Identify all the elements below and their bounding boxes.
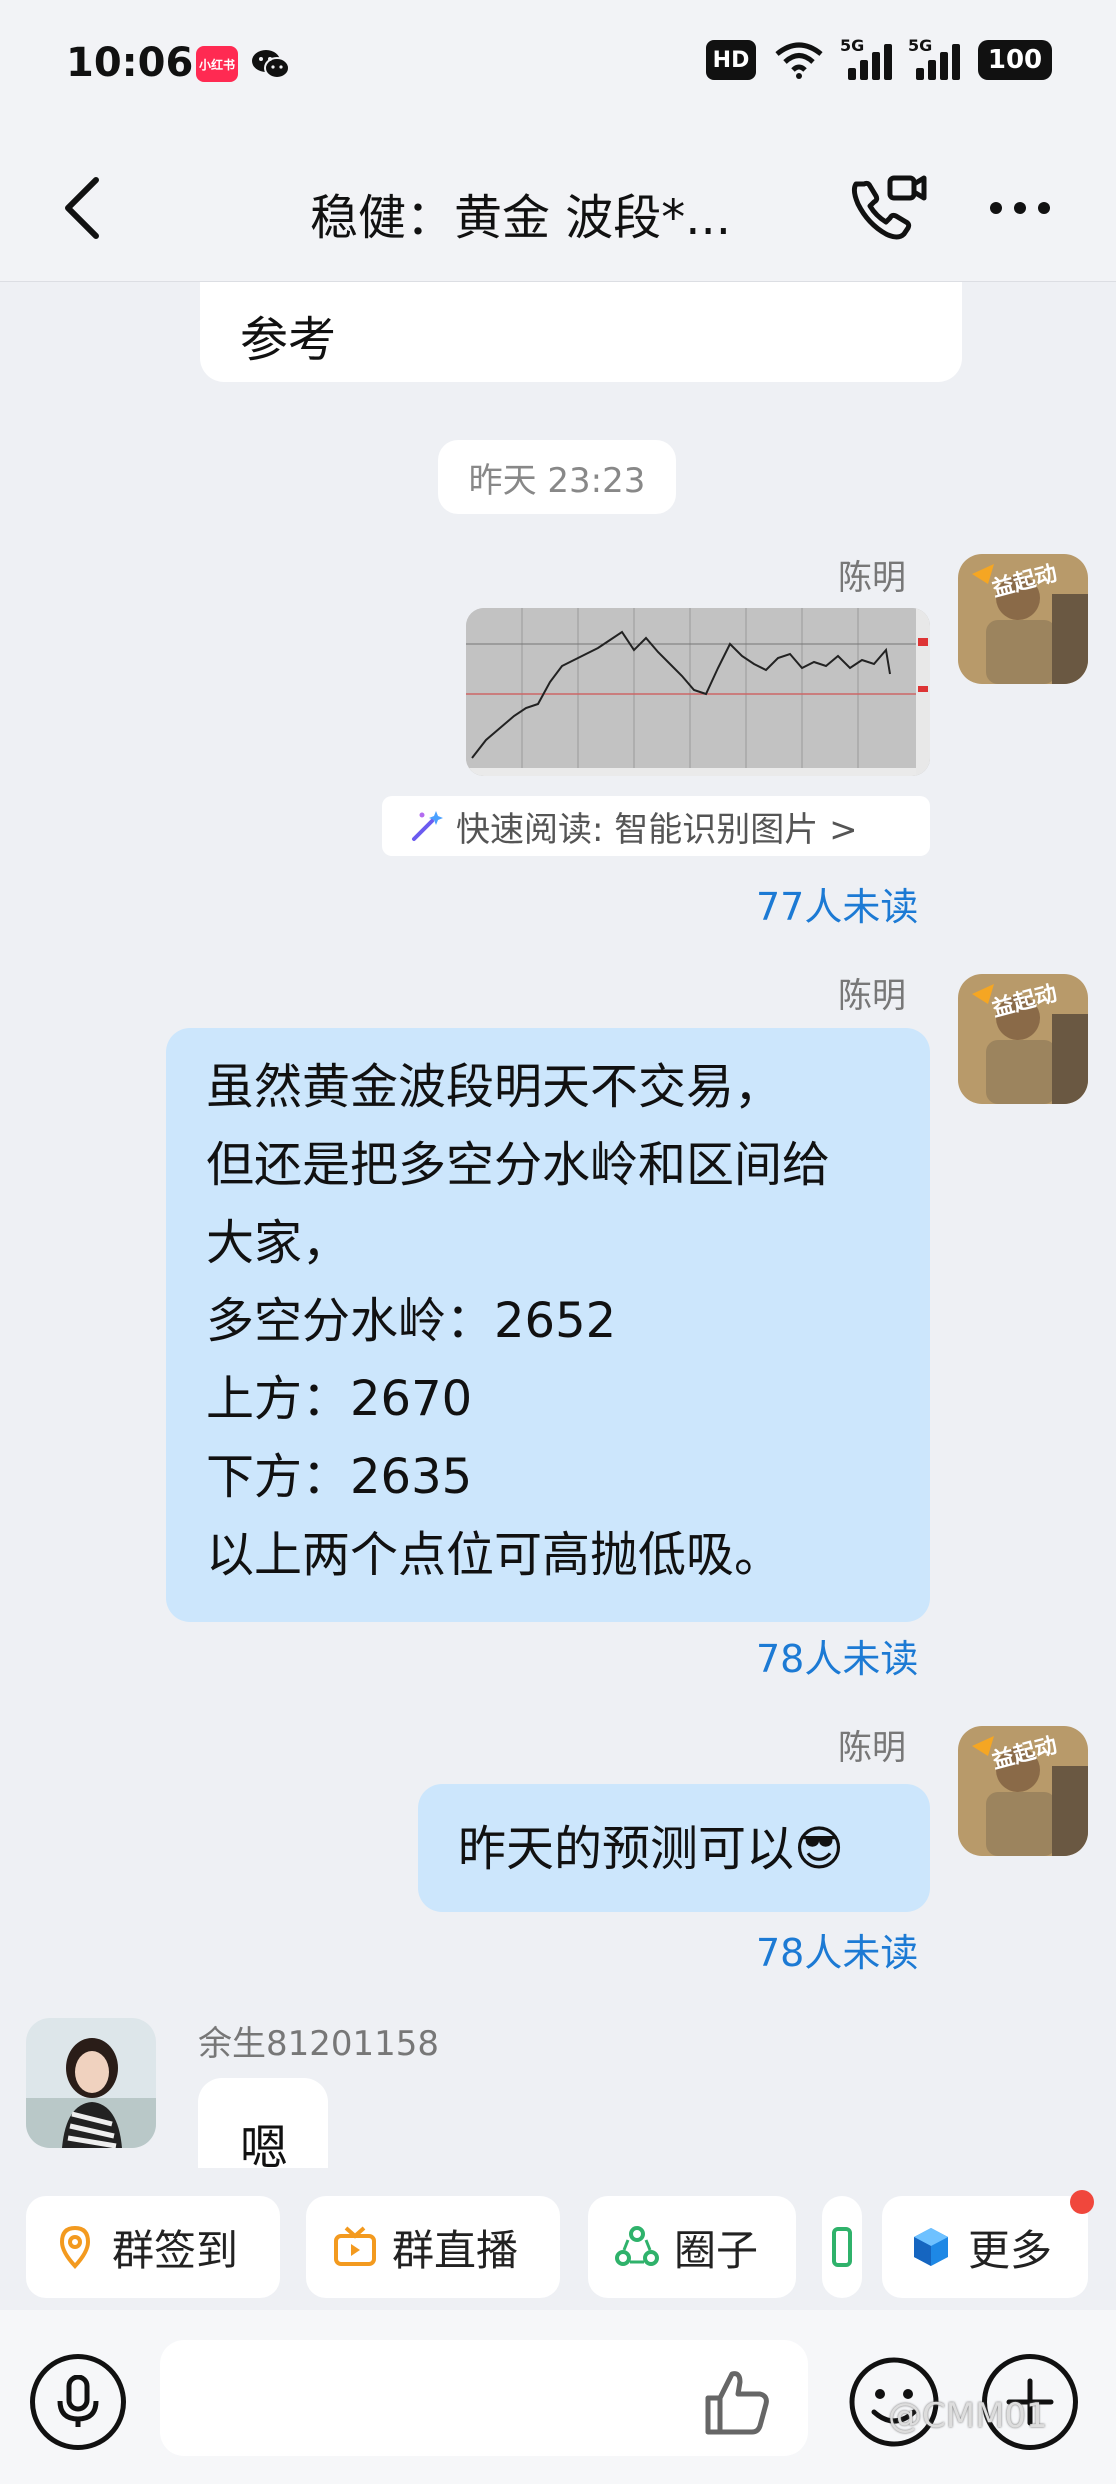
chat-title: 稳健：黄金 波段*...	[310, 190, 732, 246]
network-label-2: 5G	[908, 36, 933, 55]
chat-message-list[interactable]: 参考 昨天 23:23 陈明 益起动 快速阅读: 智能识别图片 > 77人未读 …	[0, 282, 1116, 2168]
quick-action-label: 圈子	[674, 2225, 759, 2275]
quick-action-bar: 群签到 群直播 圈子 更多	[0, 2168, 1116, 2298]
hd-badge: HD	[706, 40, 756, 80]
avatar[interactable]: 益起动	[958, 554, 1088, 684]
message-text: 昨天的预测可以😎	[458, 1821, 845, 1877]
status-bar: 10:06 小红书 HD 5G 5G 100	[0, 0, 1116, 130]
wechat-icon	[252, 50, 290, 79]
avatar-image	[26, 2018, 156, 2148]
avatar-image: 益起动	[958, 1726, 1088, 1856]
more-options-button[interactable]	[980, 170, 1060, 246]
message-line: 以上两个点位可高抛低吸。	[206, 1527, 783, 1583]
message-line: 下方：2635	[206, 1449, 473, 1505]
avatar[interactable]: 益起动	[958, 974, 1088, 1104]
back-button[interactable]	[52, 170, 112, 246]
message-bubble-top[interactable]: 参考	[200, 282, 962, 382]
group-checkin-button[interactable]: 群签到	[26, 2196, 280, 2298]
sender-name: 陈明	[838, 976, 906, 1016]
circle-group-icon	[615, 2226, 659, 2266]
quick-action-label: 群直播	[392, 2225, 519, 2275]
location-pin-icon	[59, 2225, 91, 2269]
status-indicators: HD 5G 5G 100	[706, 36, 1052, 80]
quick-action-label: 更多	[968, 2225, 1053, 2275]
message-text: 参考	[240, 312, 337, 368]
status-time: 10:06	[66, 40, 194, 86]
group-live-button[interactable]: 群直播	[306, 2196, 560, 2298]
sender-name: 陈明	[838, 1728, 906, 1768]
quick-read-link[interactable]: 快速阅读: 智能识别图片 >	[382, 796, 930, 856]
xiaohongshu-app-icon: 小红书	[196, 46, 238, 82]
message-bubble-short[interactable]: 昨天的预测可以😎	[418, 1784, 930, 1912]
quick-read-label: 快速阅读: 智能识别图片 >	[456, 809, 858, 850]
message-text: 嗯	[240, 2120, 289, 2168]
timestamp-chip: 昨天 23:23	[438, 440, 676, 514]
unread-count[interactable]: 77人未读	[756, 876, 918, 931]
battery-indicator: 100	[978, 40, 1052, 80]
message-line: 上方：2670	[206, 1371, 473, 1427]
avatar[interactable]	[26, 2018, 156, 2148]
chat-header: 稳健：黄金 波段*...	[0, 130, 1116, 282]
quick-action-label: 群签到	[112, 2225, 239, 2275]
input-bar: @CMM01	[0, 2310, 1116, 2484]
tv-icon	[334, 2226, 376, 2266]
sparkle-wand-icon	[412, 811, 443, 841]
message-line: 大家，	[206, 1215, 351, 1271]
circle-button[interactable]: 圈子	[588, 2196, 796, 2298]
chevron-left-icon	[65, 177, 99, 239]
sender-name: 陈明	[838, 558, 906, 598]
microphone-icon	[57, 2375, 99, 2427]
unread-count[interactable]: 78人未读	[756, 1628, 918, 1683]
sender-name: 余生81201158	[198, 2024, 440, 2064]
signal-icon-2: 5G	[908, 36, 960, 80]
network-label-1: 5G	[840, 36, 865, 55]
avatar-image: 益起动	[958, 974, 1088, 1104]
unread-count[interactable]: 78人未读	[756, 1922, 918, 1977]
thumbs-up-icon[interactable]	[700, 2366, 772, 2438]
more-dot	[1014, 202, 1026, 214]
notification-dot	[1070, 2190, 1094, 2214]
voice-input-button[interactable]	[30, 2354, 126, 2450]
more-dot	[990, 202, 1002, 214]
message-line: 虽然黄金波段明天不交易，	[206, 1059, 783, 1115]
candlestick-chart-thumbnail	[466, 608, 930, 776]
more-dot	[1038, 202, 1050, 214]
signal-icon-1: 5G	[840, 36, 892, 80]
partial-icon	[832, 2227, 852, 2267]
avatar-image: 益起动	[958, 554, 1088, 684]
message-bubble-received[interactable]: 嗯	[198, 2078, 328, 2168]
chart-image-message[interactable]	[466, 608, 930, 776]
message-line: 但还是把多空分水岭和区间给	[206, 1137, 831, 1193]
phone-video-icon	[851, 175, 927, 240]
watermark: @CMM01	[888, 2396, 1048, 2436]
avatar[interactable]: 益起动	[958, 1726, 1088, 1856]
more-button[interactable]: 更多	[882, 2190, 1094, 2298]
wifi-icon	[775, 42, 823, 79]
call-button[interactable]	[846, 170, 930, 246]
cube-icon	[914, 2228, 948, 2266]
message-line: 多空分水岭：2652	[206, 1293, 617, 1349]
message-bubble-long[interactable]: 虽然黄金波段明天不交易， 但还是把多空分水岭和区间给 大家， 多空分水岭：265…	[166, 1028, 930, 1622]
partial-action-button[interactable]	[822, 2196, 862, 2298]
